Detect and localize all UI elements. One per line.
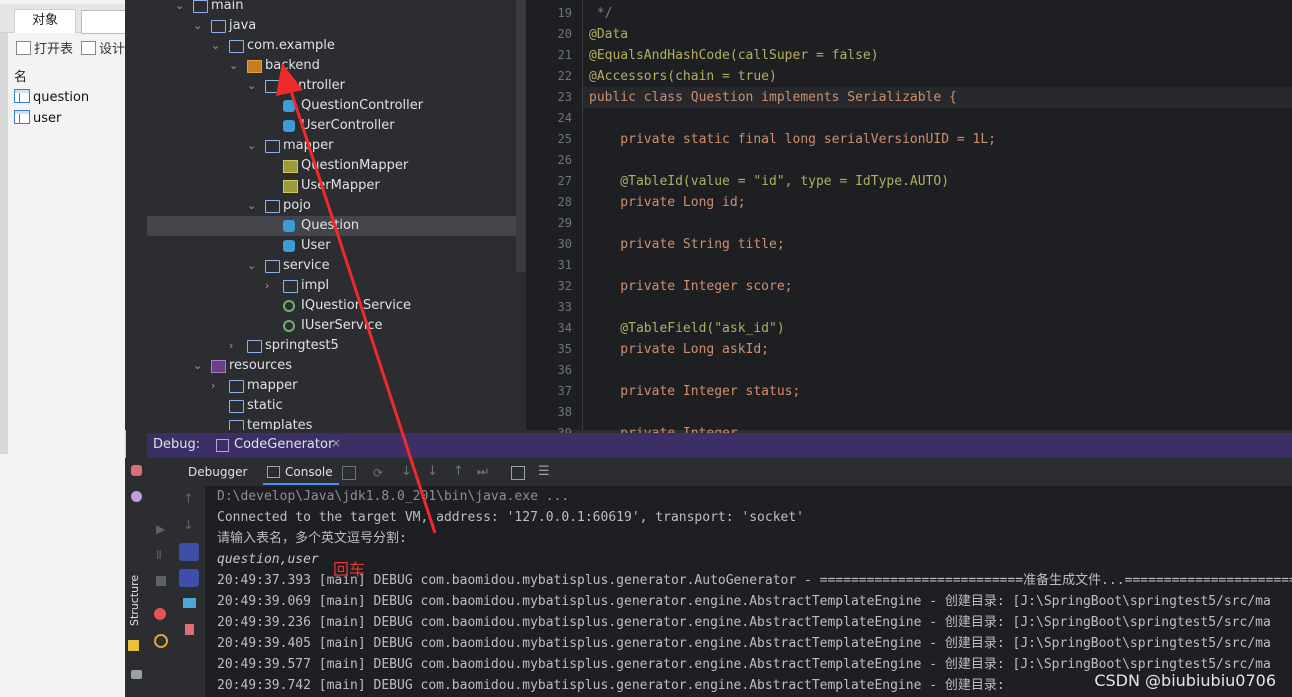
- arrow-head: [276, 63, 303, 96]
- annotation-text: 回车: [333, 560, 366, 579]
- annotation-arrow: [276, 63, 437, 534]
- watermark: CSDN @biubiubiu0706: [1094, 671, 1276, 690]
